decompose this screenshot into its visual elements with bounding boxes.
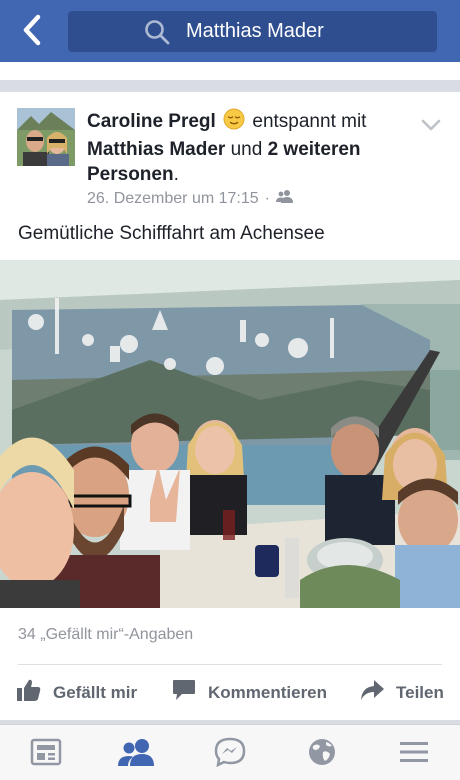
tab-news-feed[interactable] bbox=[26, 737, 66, 771]
post-card: Caroline Pregl entspannt mit Matthias Ma… bbox=[0, 92, 460, 720]
news-feed-icon bbox=[30, 738, 62, 771]
menu-icon bbox=[399, 740, 429, 769]
back-button[interactable] bbox=[12, 12, 52, 52]
comment-button[interactable]: Kommentieren bbox=[172, 665, 327, 720]
friends-audience-icon bbox=[275, 189, 294, 208]
comment-label: Kommentieren bbox=[208, 682, 328, 702]
connector-text: und bbox=[230, 139, 263, 160]
friends-icon bbox=[118, 738, 156, 771]
post-actions: Gefällt mir Kommentieren Teilen bbox=[0, 665, 460, 720]
post-meta: 26. Dezember um 17:15 · bbox=[87, 189, 294, 208]
post-photo[interactable] bbox=[0, 260, 460, 608]
share-label: Teilen bbox=[396, 682, 444, 702]
author-avatar[interactable] bbox=[17, 108, 75, 166]
globe-icon bbox=[307, 737, 337, 772]
post-header: Caroline Pregl entspannt mit Matthias Ma… bbox=[87, 108, 407, 187]
tab-messenger[interactable] bbox=[210, 737, 250, 771]
post-text: Gemütliche Schifffahrt am Achensee bbox=[18, 223, 325, 244]
meta-separator: · bbox=[264, 189, 270, 207]
tab-menu[interactable] bbox=[394, 737, 434, 771]
likes-count[interactable]: 34 „Gefällt mir“-Angaben bbox=[18, 626, 193, 644]
spacer bbox=[0, 62, 460, 80]
feeling-text: entspannt mit bbox=[252, 111, 367, 132]
like-button[interactable]: Gefällt mir bbox=[17, 665, 137, 720]
back-arrow-icon bbox=[21, 14, 43, 51]
search-icon bbox=[144, 18, 172, 46]
relieved-face-icon bbox=[223, 108, 245, 137]
period: . bbox=[173, 164, 179, 185]
comment-bubble-icon bbox=[172, 679, 208, 706]
tagged-person[interactable]: Matthias Mader bbox=[87, 139, 225, 160]
share-arrow-icon bbox=[360, 679, 396, 706]
bottom-tab-bar bbox=[0, 724, 460, 780]
share-button[interactable]: Teilen bbox=[360, 665, 444, 720]
thumbs-up-icon bbox=[17, 679, 53, 706]
post-options-button[interactable] bbox=[420, 118, 442, 137]
timestamp[interactable]: 26. Dezember um 17:15 bbox=[87, 190, 259, 208]
top-bar bbox=[0, 0, 460, 62]
search-bar[interactable] bbox=[68, 11, 437, 52]
tab-notifications[interactable] bbox=[302, 737, 342, 771]
chevron-down-icon bbox=[420, 119, 442, 136]
messenger-icon bbox=[214, 737, 246, 772]
author-name[interactable]: Caroline Pregl bbox=[87, 111, 216, 132]
section-divider bbox=[0, 80, 460, 92]
search-input[interactable] bbox=[186, 20, 416, 43]
like-label: Gefällt mir bbox=[53, 682, 138, 702]
tab-friends[interactable] bbox=[117, 737, 157, 771]
